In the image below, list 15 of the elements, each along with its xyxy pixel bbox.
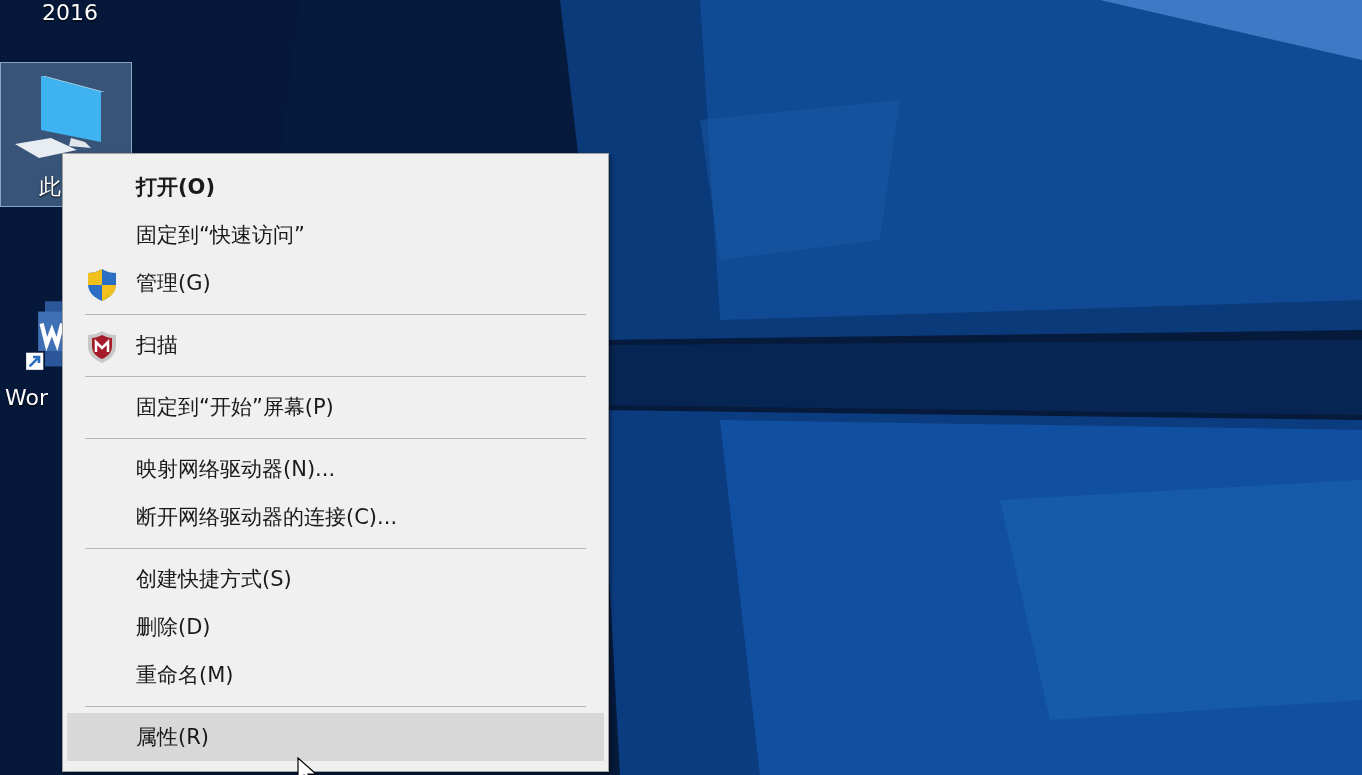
- icon-label: 2016: [42, 0, 98, 25]
- menu-item[interactable]: 创建快捷方式(S): [67, 555, 604, 603]
- menu-item[interactable]: 固定到“开始”屏幕(P): [67, 383, 604, 431]
- menu-item[interactable]: 删除(D): [67, 603, 604, 651]
- menu-item[interactable]: 固定到“快速访问”: [67, 211, 604, 259]
- menu-item[interactable]: 断开网络驱动器的连接(C)...: [67, 493, 604, 541]
- icon-label: 此: [38, 173, 61, 201]
- menu-item[interactable]: 扫描: [67, 321, 604, 369]
- shield-m-icon: [87, 330, 117, 364]
- shield-icon: [87, 268, 117, 302]
- menu-item[interactable]: 管理(G): [67, 259, 604, 307]
- menu-item[interactable]: 重命名(M): [67, 651, 604, 699]
- icon-label: Wor: [4, 385, 48, 410]
- menu-item[interactable]: 属性(R): [67, 713, 604, 761]
- menu-item[interactable]: 映射网络驱动器(N)...: [67, 445, 604, 493]
